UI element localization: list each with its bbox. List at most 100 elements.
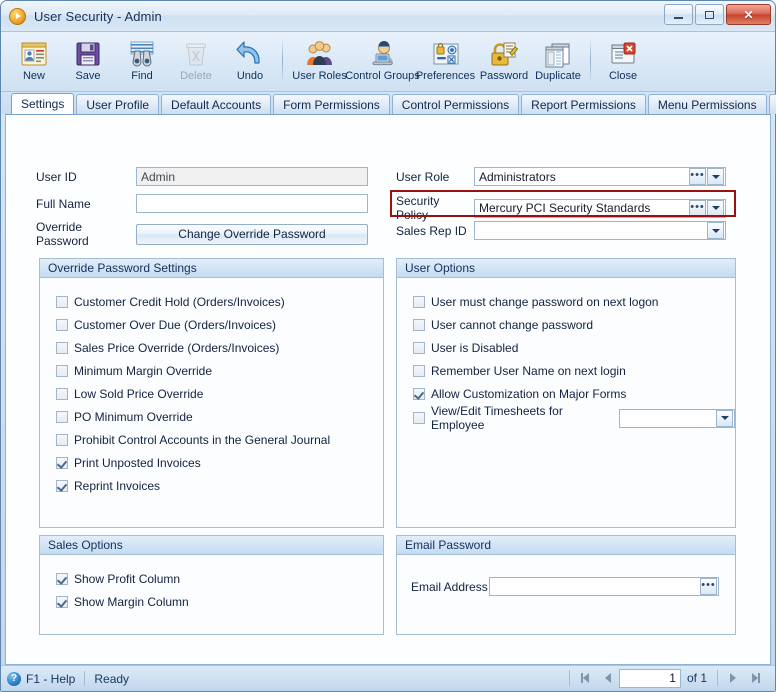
- checkbox-row[interactable]: PO Minimum Override: [56, 405, 383, 428]
- tab-settings[interactable]: Settings: [11, 93, 75, 114]
- checkbox-row[interactable]: User cannot change password: [413, 313, 735, 336]
- checkbox-customer-over-due[interactable]: [56, 318, 68, 331]
- checkbox-row[interactable]: Reprint Invoices: [56, 474, 383, 497]
- checkbox-row[interactable]: User is Disabled: [413, 336, 735, 359]
- checkbox-show-profit-column[interactable]: [56, 572, 68, 585]
- toolbar-button-find[interactable]: Find: [115, 35, 169, 89]
- chevron-down-icon: [720, 416, 729, 420]
- checkbox-must-change-password[interactable]: [413, 295, 425, 308]
- sales-rep-id-combobox[interactable]: [474, 221, 726, 240]
- toolbar-button-delete[interactable]: Delete: [169, 35, 223, 89]
- security-policy-dropdown-button[interactable]: [707, 199, 724, 217]
- tab-label: Report Permissions: [531, 97, 636, 112]
- help-text[interactable]: F1 - Help: [26, 672, 75, 686]
- checkbox-row[interactable]: Allow Customization on Major Forms: [413, 382, 735, 405]
- checkbox-po-minimum-override[interactable]: [56, 410, 68, 423]
- checkbox-row[interactable]: Show Margin Column: [56, 590, 383, 613]
- user-role-combobox[interactable]: Administrators •••: [474, 167, 726, 186]
- tab-label: Control Permissions: [401, 97, 510, 112]
- previous-record-button[interactable]: [597, 668, 619, 688]
- toolbar-button-new[interactable]: New: [7, 35, 61, 89]
- copy-pages-icon: [542, 38, 574, 69]
- user-role-dropdown-button[interactable]: [707, 168, 724, 185]
- sales-rep-id-dropdown-button[interactable]: [707, 222, 724, 239]
- checkbox-label: Minimum Margin Override: [74, 363, 213, 378]
- last-record-button[interactable]: [745, 668, 767, 688]
- toolbar-button-undo[interactable]: Undo: [223, 35, 277, 89]
- checkbox-row[interactable]: Customer Over Due (Orders/Invoices): [56, 313, 383, 336]
- maximize-button[interactable]: [695, 4, 724, 25]
- lock-settings-icon: [430, 38, 462, 69]
- checkbox-reprint-invoices[interactable]: [56, 479, 68, 492]
- toolbar-button-save[interactable]: Save: [61, 35, 115, 89]
- close-button[interactable]: ✕: [726, 4, 771, 25]
- checkbox-prohibit-control-accounts[interactable]: [56, 433, 68, 446]
- field-row-override-password: Override Password Change Override Passwo…: [36, 220, 368, 248]
- checkbox-row[interactable]: Show Profit Column: [56, 567, 383, 590]
- tab-default-accounts[interactable]: Default Accounts: [161, 94, 272, 114]
- checkbox-row[interactable]: Print Unposted Invoices: [56, 451, 383, 474]
- checkbox-row[interactable]: Minimum Margin Override: [56, 359, 383, 382]
- checkbox-user-is-disabled[interactable]: [413, 341, 425, 354]
- change-override-password-button[interactable]: Change Override Password: [136, 223, 368, 245]
- user-id-label: User ID: [36, 169, 77, 184]
- email-address-lookup-button[interactable]: •••: [700, 578, 717, 595]
- email-address-input[interactable]: •••: [489, 577, 719, 596]
- toolbar-button-user-roles[interactable]: User Roles: [288, 35, 351, 89]
- toolbar-label: Undo: [236, 70, 264, 82]
- checkbox-row[interactable]: Prohibit Control Accounts in the General…: [56, 428, 383, 451]
- toolbar-button-control-groups[interactable]: Control Groups: [345, 35, 420, 89]
- status-bar: ? F1 - Help Ready 1 of 1: [1, 665, 775, 691]
- page-count-label: of 1: [686, 671, 707, 685]
- first-record-button[interactable]: [574, 668, 596, 688]
- timesheet-employee-combobox[interactable]: [618, 408, 735, 428]
- toolbar-label: New: [22, 70, 45, 82]
- checkbox-label: Customer Credit Hold (Orders/Invoices): [74, 294, 285, 309]
- binoculars-icon: [126, 38, 158, 69]
- checkbox-row[interactable]: Low Sold Price Override: [56, 382, 383, 405]
- checkbox-label: PO Minimum Override: [74, 409, 193, 424]
- checkbox-minimum-margin-override[interactable]: [56, 364, 68, 377]
- panel-user-options: User Options User must change password o…: [396, 258, 736, 528]
- checkbox-row[interactable]: User must change password on next logon: [413, 290, 735, 313]
- checkbox-customer-credit-hold[interactable]: [56, 295, 68, 308]
- chevron-down-icon: [711, 206, 720, 210]
- page-number-input[interactable]: 1: [618, 668, 681, 688]
- tab-user-profile[interactable]: User Profile: [76, 94, 160, 114]
- checkbox-row[interactable]: Customer Credit Hold (Orders/Invoices): [56, 290, 383, 313]
- tab-form-permissions[interactable]: Form Permissions: [273, 94, 390, 114]
- toolbar-button-close[interactable]: Close: [596, 35, 650, 89]
- checkbox-print-unposted-invoices[interactable]: [56, 456, 68, 469]
- security-policy-combobox[interactable]: Mercury PCI Security Standards •••: [474, 198, 726, 218]
- user-role-lookup-button[interactable]: •••: [689, 168, 706, 185]
- checkbox-remember-user-name[interactable]: [413, 364, 425, 377]
- checkbox-row[interactable]: Sales Price Override (Orders/Invoices): [56, 336, 383, 359]
- security-policy-lookup-button[interactable]: •••: [689, 199, 706, 217]
- checkbox-sales-price-override[interactable]: [56, 341, 68, 354]
- checkbox-show-margin-column[interactable]: [56, 595, 68, 608]
- user-id-input[interactable]: Admin: [136, 167, 368, 186]
- checkbox-low-sold-price-override[interactable]: [56, 387, 68, 400]
- tab-strip: Settings User Profile Default Accounts F…: [1, 92, 776, 114]
- trash-can-icon: [180, 38, 212, 69]
- checkbox-label: User cannot change password: [431, 317, 594, 332]
- toolbar-button-duplicate[interactable]: Duplicate: [531, 35, 585, 89]
- checkbox-allow-customization[interactable]: [413, 387, 425, 400]
- timesheet-employee-dropdown-button[interactable]: [716, 409, 733, 427]
- checkbox-row[interactable]: View/Edit Timesheets for Employee: [413, 404, 735, 432]
- checkbox-label: Reprint Invoices: [74, 478, 161, 493]
- tab-report-permissions[interactable]: Report Permissions: [521, 94, 646, 114]
- minimize-button[interactable]: [664, 4, 693, 25]
- checkbox-cannot-change-password[interactable]: [413, 318, 425, 331]
- checkbox-view-edit-timesheets[interactable]: [413, 412, 425, 424]
- tab-control-permissions[interactable]: Control Permissions: [391, 94, 520, 114]
- field-row-user-id: User ID Admin: [36, 167, 368, 186]
- next-record-button[interactable]: [722, 668, 744, 688]
- tab-menu-permissions[interactable]: Menu Permissions: [647, 94, 767, 114]
- toolbar-button-preferences[interactable]: Preferences: [414, 35, 477, 89]
- tab-dashboard-permissions[interactable]: Dashboard Permissions: [768, 94, 776, 114]
- checkbox-row[interactable]: Remember User Name on next login: [413, 359, 735, 382]
- toolbar-button-password[interactable]: Password: [477, 35, 531, 89]
- minimize-icon: [674, 16, 683, 19]
- full-name-input[interactable]: [136, 194, 368, 213]
